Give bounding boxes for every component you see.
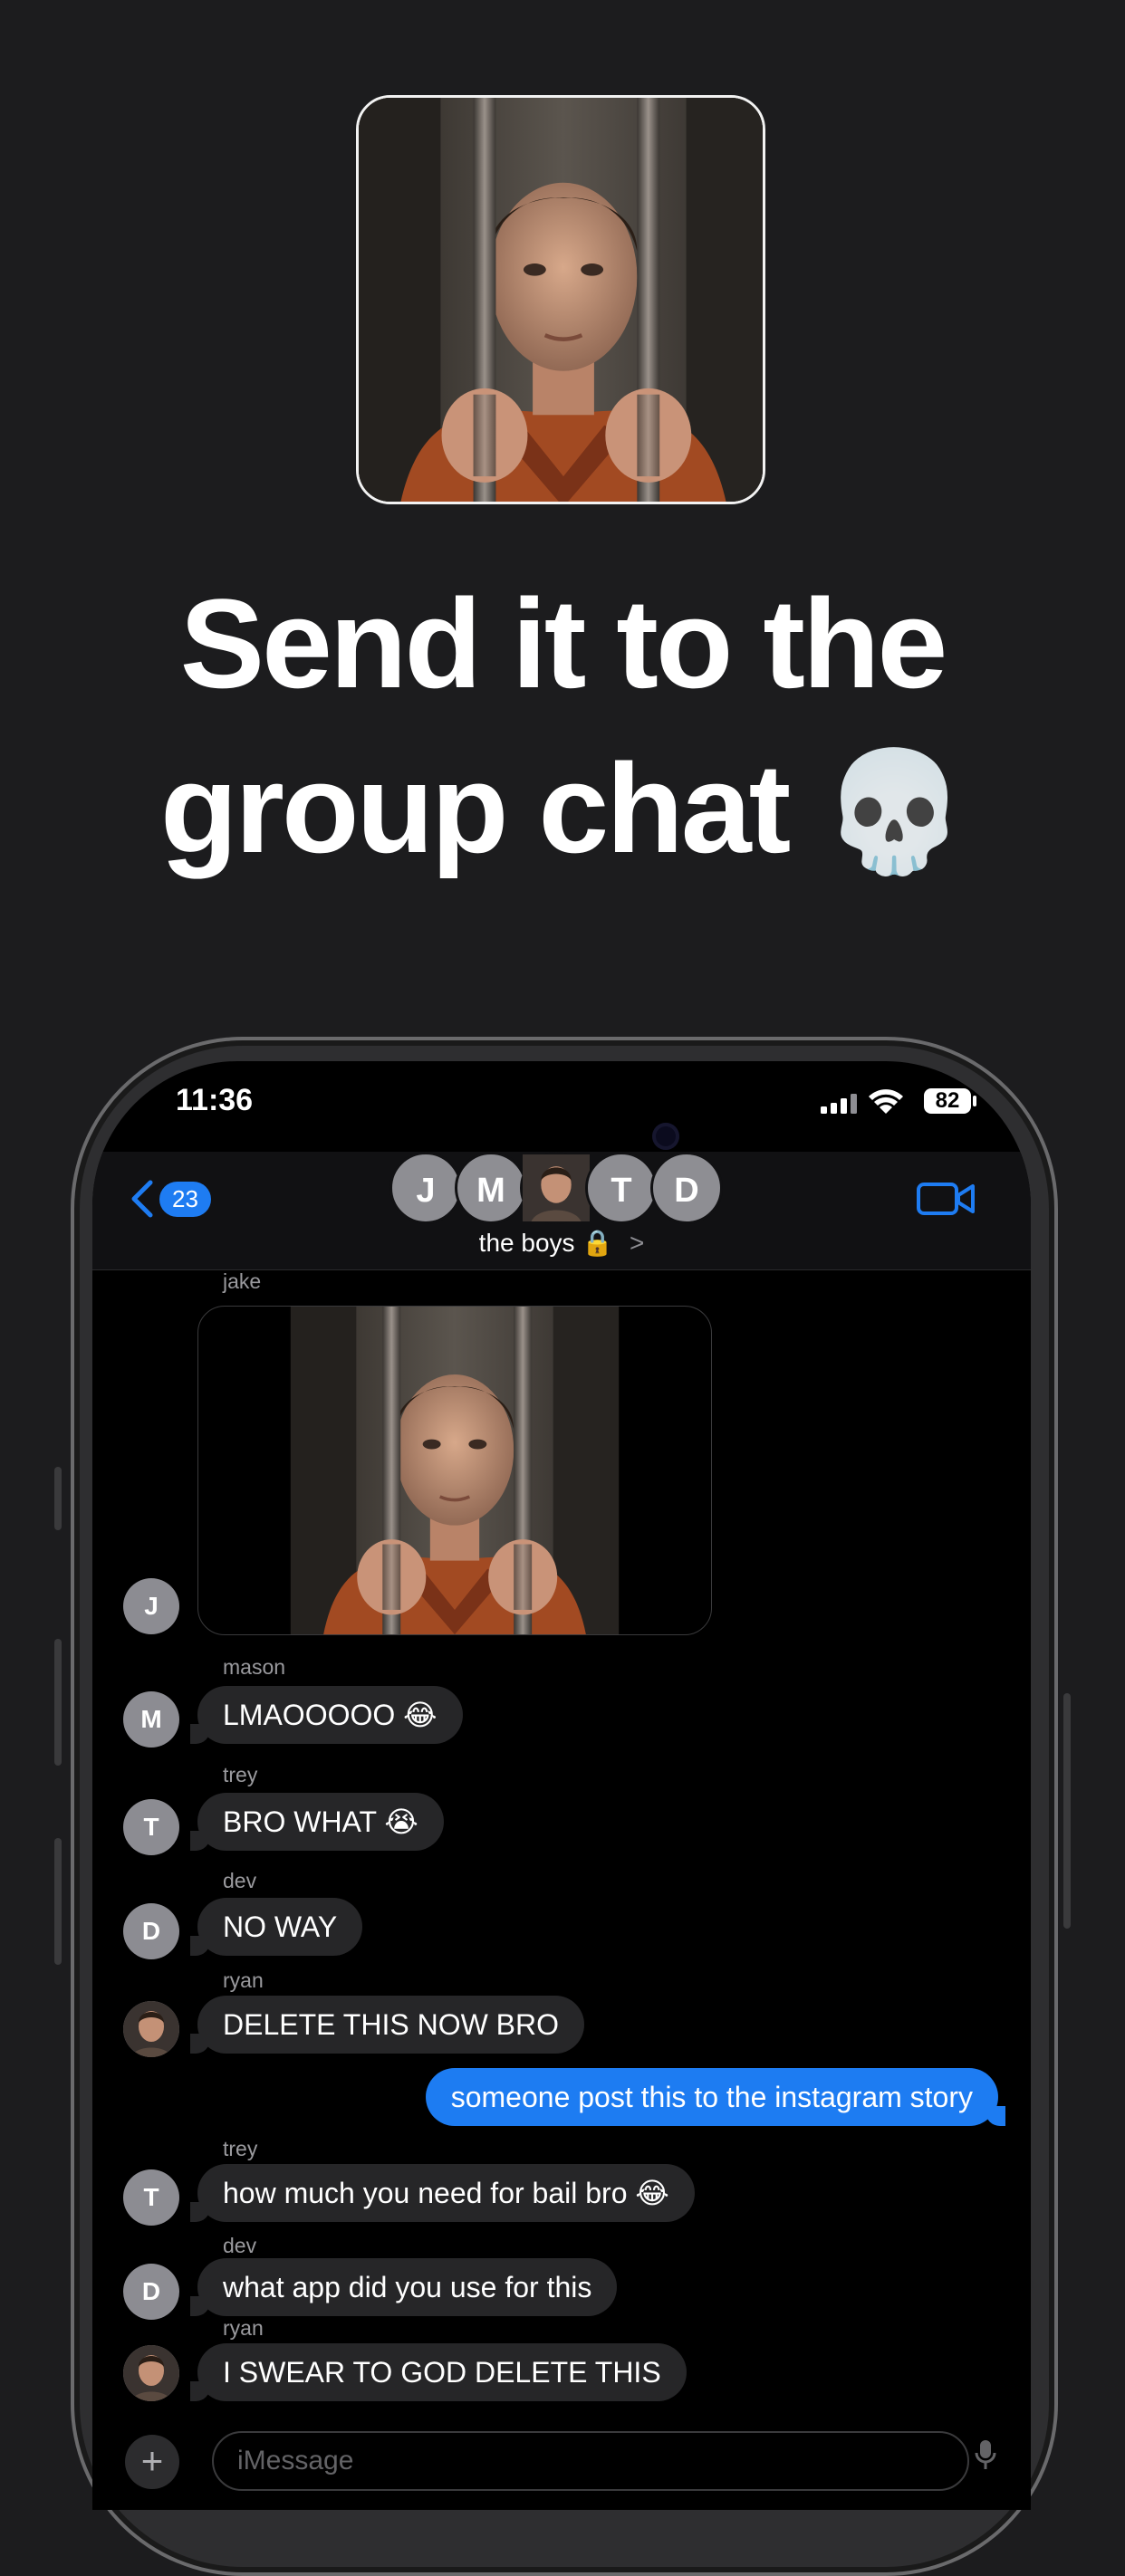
skull-emoji: 💀 [821, 742, 967, 880]
group-name[interactable]: the boys 🔒 > [92, 1228, 1031, 1258]
phone-side-button [54, 1467, 62, 1530]
cellular-signal-icon [821, 1094, 857, 1114]
message-bubble[interactable]: DELETE THIS NOW BRO [189, 1996, 585, 2054]
chevron-left-icon [131, 1180, 153, 1218]
phone-volume-up-button [54, 1639, 62, 1766]
battery-tip [973, 1096, 976, 1106]
unread-count-badge: 23 [159, 1181, 211, 1217]
message-list[interactable]: jake J mason M LMAOOOOO 😂 trey T BRO WHA… [92, 1269, 1031, 2510]
sender-name: dev [223, 1869, 257, 1892]
sender-name: mason [223, 1655, 286, 1679]
avatar[interactable]: T [123, 2169, 179, 2226]
microphone-icon[interactable] [975, 2438, 996, 2471]
message-text: how much you need for bail bro [223, 2177, 628, 2209]
sender-name: ryan [223, 1968, 264, 1992]
message-text: someone post this to the instagram story [450, 2081, 973, 2113]
message-text: BRO WHAT [223, 1805, 377, 1838]
message-bubble[interactable]: LMAOOOOO 😂 [190, 1686, 463, 1744]
sender-name: jake [223, 1269, 262, 1293]
front-camera-icon [652, 1123, 679, 1150]
lock-emoji: 🔒 [582, 1228, 614, 1258]
phone-power-button [1063, 1693, 1071, 1929]
message-text: I SWEAR TO GOD DELETE THIS [223, 2356, 661, 2389]
laughing-emoji: 😂 [635, 2176, 669, 2210]
headline-line-1: Send it to the [179, 572, 948, 714]
avatar[interactable]: M [123, 1691, 179, 1748]
message-text: what app did you use for this [223, 2271, 592, 2303]
sender-name: ryan [223, 2316, 264, 2340]
message-bubble[interactable]: how much you need for bail bro 😂 [190, 2164, 695, 2222]
phone-screen: 11:36 82 23 J M T D the boys 🔒 > jake J … [92, 1061, 1031, 2510]
avatar[interactable]: D [123, 1903, 179, 1959]
message-bubble[interactable]: I SWEAR TO GOD DELETE THIS [190, 2343, 687, 2401]
headline-line-2-text: group chat [159, 737, 791, 879]
group-avatars[interactable]: J M T D [389, 1152, 734, 1224]
phone-volume-down-button [54, 1838, 62, 1965]
plus-button[interactable]: + [125, 2435, 179, 2489]
message-bubble[interactable]: NO WAY [189, 1898, 363, 1956]
message-text: NO WAY [223, 1910, 338, 1943]
status-time: 11:36 [176, 1083, 254, 1117]
outgoing-message-bubble[interactable]: someone post this to the instagram story [425, 2068, 1006, 2126]
message-text: LMAOOOOO [223, 1699, 396, 1731]
avatar-photo[interactable] [123, 2345, 179, 2401]
sender-name: trey [223, 2137, 258, 2160]
video-call-icon[interactable] [917, 1181, 975, 1217]
laughing-emoji: 😂 [403, 1698, 438, 1732]
group-avatar-d: D [650, 1152, 723, 1224]
compose-bar: + iMessage [92, 2424, 1031, 2510]
avatar[interactable]: T [123, 1799, 179, 1855]
message-bubble[interactable]: what app did you use for this [189, 2258, 618, 2316]
group-name-label: the boys [478, 1229, 575, 1257]
sender-name: dev [223, 2234, 257, 2257]
message-bubble[interactable]: BRO WHAT 😭 [190, 1793, 444, 1851]
group-avatar-t: T [585, 1152, 658, 1224]
back-button[interactable]: 23 [129, 1179, 211, 1219]
crying-emoji: 😭 [384, 1805, 418, 1839]
avatar-photo[interactable] [123, 2001, 179, 2057]
avatar[interactable]: J [123, 1578, 179, 1634]
battery-indicator: 82 [924, 1088, 971, 1114]
wifi-icon [869, 1089, 903, 1114]
avatar[interactable]: D [123, 2264, 179, 2320]
status-bar: 11:36 82 [92, 1061, 1031, 1175]
headline-line-2: group chat 💀 [0, 726, 1125, 894]
sender-name: trey [223, 1763, 258, 1786]
hero-mugshot-image [356, 95, 765, 504]
headline: Send it to the group chat 💀 [0, 561, 1125, 894]
conversation-header: 23 J M T D the boys 🔒 > [92, 1152, 1031, 1270]
group-avatar-j: J [389, 1152, 462, 1224]
group-avatar-m: M [455, 1152, 527, 1224]
photo-message[interactable] [197, 1306, 712, 1635]
message-text: DELETE THIS NOW BRO [223, 2008, 560, 2041]
message-input[interactable]: iMessage [212, 2431, 969, 2491]
chevron-right-icon: > [629, 1229, 645, 1257]
group-avatar-photo [520, 1152, 592, 1224]
